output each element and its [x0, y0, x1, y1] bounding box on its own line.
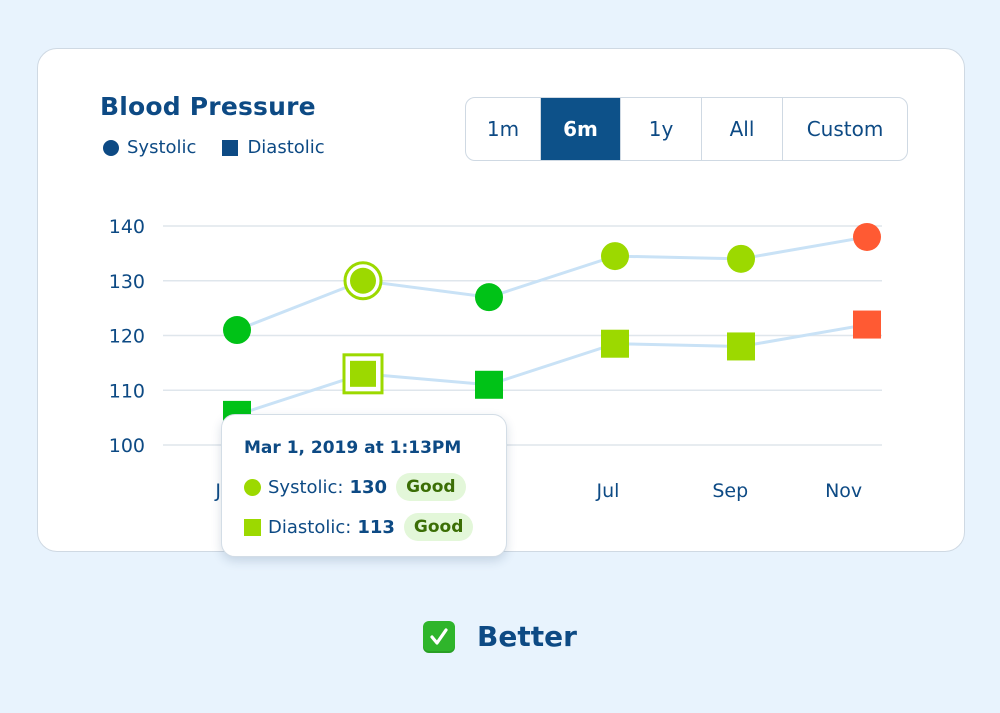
x-tick-label: Jul — [596, 480, 620, 502]
series-line-systolic — [236, 235, 868, 332]
diastolic-status-badge: Good — [403, 513, 474, 541]
diastolic-point — [475, 370, 503, 399]
square-marker-icon — [244, 518, 261, 536]
systolic-point — [601, 242, 629, 271]
y-tick-label: 140 — [109, 216, 145, 238]
y-tick-label: 100 — [109, 435, 145, 457]
y-tick-label: 120 — [109, 326, 145, 348]
circle-marker-icon — [244, 478, 261, 496]
systolic-point — [350, 267, 376, 294]
verdict-label: Better — [477, 620, 577, 653]
tooltip-systolic-row: Systolic: 130 Good — [244, 473, 466, 501]
tooltip-diastolic-value: 113 — [357, 516, 395, 538]
data-point-tooltip: Mar 1, 2019 at 1:13PM Systolic: 130 Good… — [221, 414, 507, 557]
tooltip-systolic-value: 130 — [349, 476, 388, 498]
diastolic-point — [727, 332, 755, 361]
systolic-point — [853, 222, 881, 251]
systolic-status-badge: Good — [396, 473, 466, 501]
diastolic-point — [350, 360, 376, 387]
tooltip-date: Mar 1, 2019 at 1:13PM — [244, 438, 462, 458]
tooltip-diastolic-label: Diastolic: — [268, 516, 352, 538]
blood-pressure-chart: 100110120130140 JanMarMayJulSepNov — [109, 216, 882, 502]
tooltip-diastolic-row: Diastolic: 113 Good — [244, 513, 474, 541]
x-tick-label: Sep — [712, 480, 748, 502]
systolic-point — [475, 283, 503, 312]
systolic-point — [727, 244, 755, 273]
y-tick-label: 130 — [109, 271, 145, 293]
diastolic-point — [853, 310, 881, 339]
tooltip-systolic-label: Systolic: — [268, 476, 344, 498]
x-tick-label: Nov — [825, 480, 862, 502]
y-tick-label: 110 — [109, 380, 145, 402]
verdict-footer: Better — [0, 620, 1000, 653]
check-mark-button-icon — [423, 620, 456, 653]
systolic-point — [223, 316, 251, 345]
series-line-diastolic — [236, 323, 868, 417]
diastolic-point — [601, 329, 629, 358]
